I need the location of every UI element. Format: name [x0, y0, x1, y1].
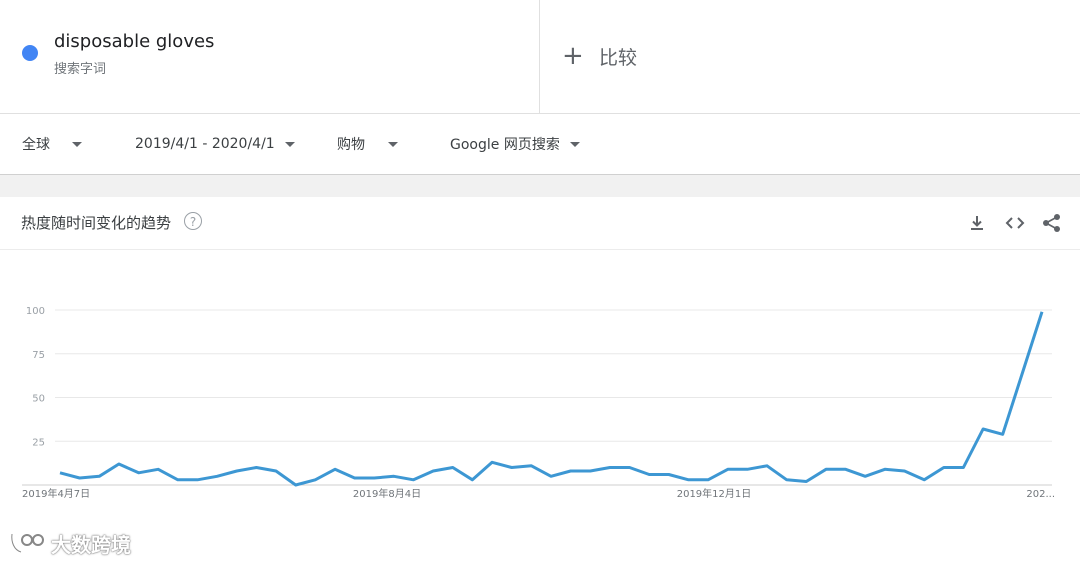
watermark-logo-icon: [10, 533, 44, 554]
x-tick-label: 2019年12月1日: [677, 487, 752, 500]
series-line[interactable]: [59, 311, 1044, 487]
y-tick-label: 75: [32, 350, 45, 361]
y-tick-label: 50: [32, 394, 45, 405]
watermark-text: 大数跨境: [51, 532, 131, 557]
x-tick-label: 2019年8月4日: [353, 487, 421, 500]
x-tick-label: 202...: [1026, 489, 1055, 500]
y-tick-label: 25: [32, 437, 45, 448]
y-tick-label: 100: [26, 306, 45, 317]
watermark: 大数跨境: [9, 530, 131, 557]
interest-line-chart: 25 50 75 100 2019年4月7日 2019年8月4日 2019年12月1日 202…: [22, 306, 1055, 500]
x-tick-label: 2019年4月7日: [22, 487, 90, 500]
